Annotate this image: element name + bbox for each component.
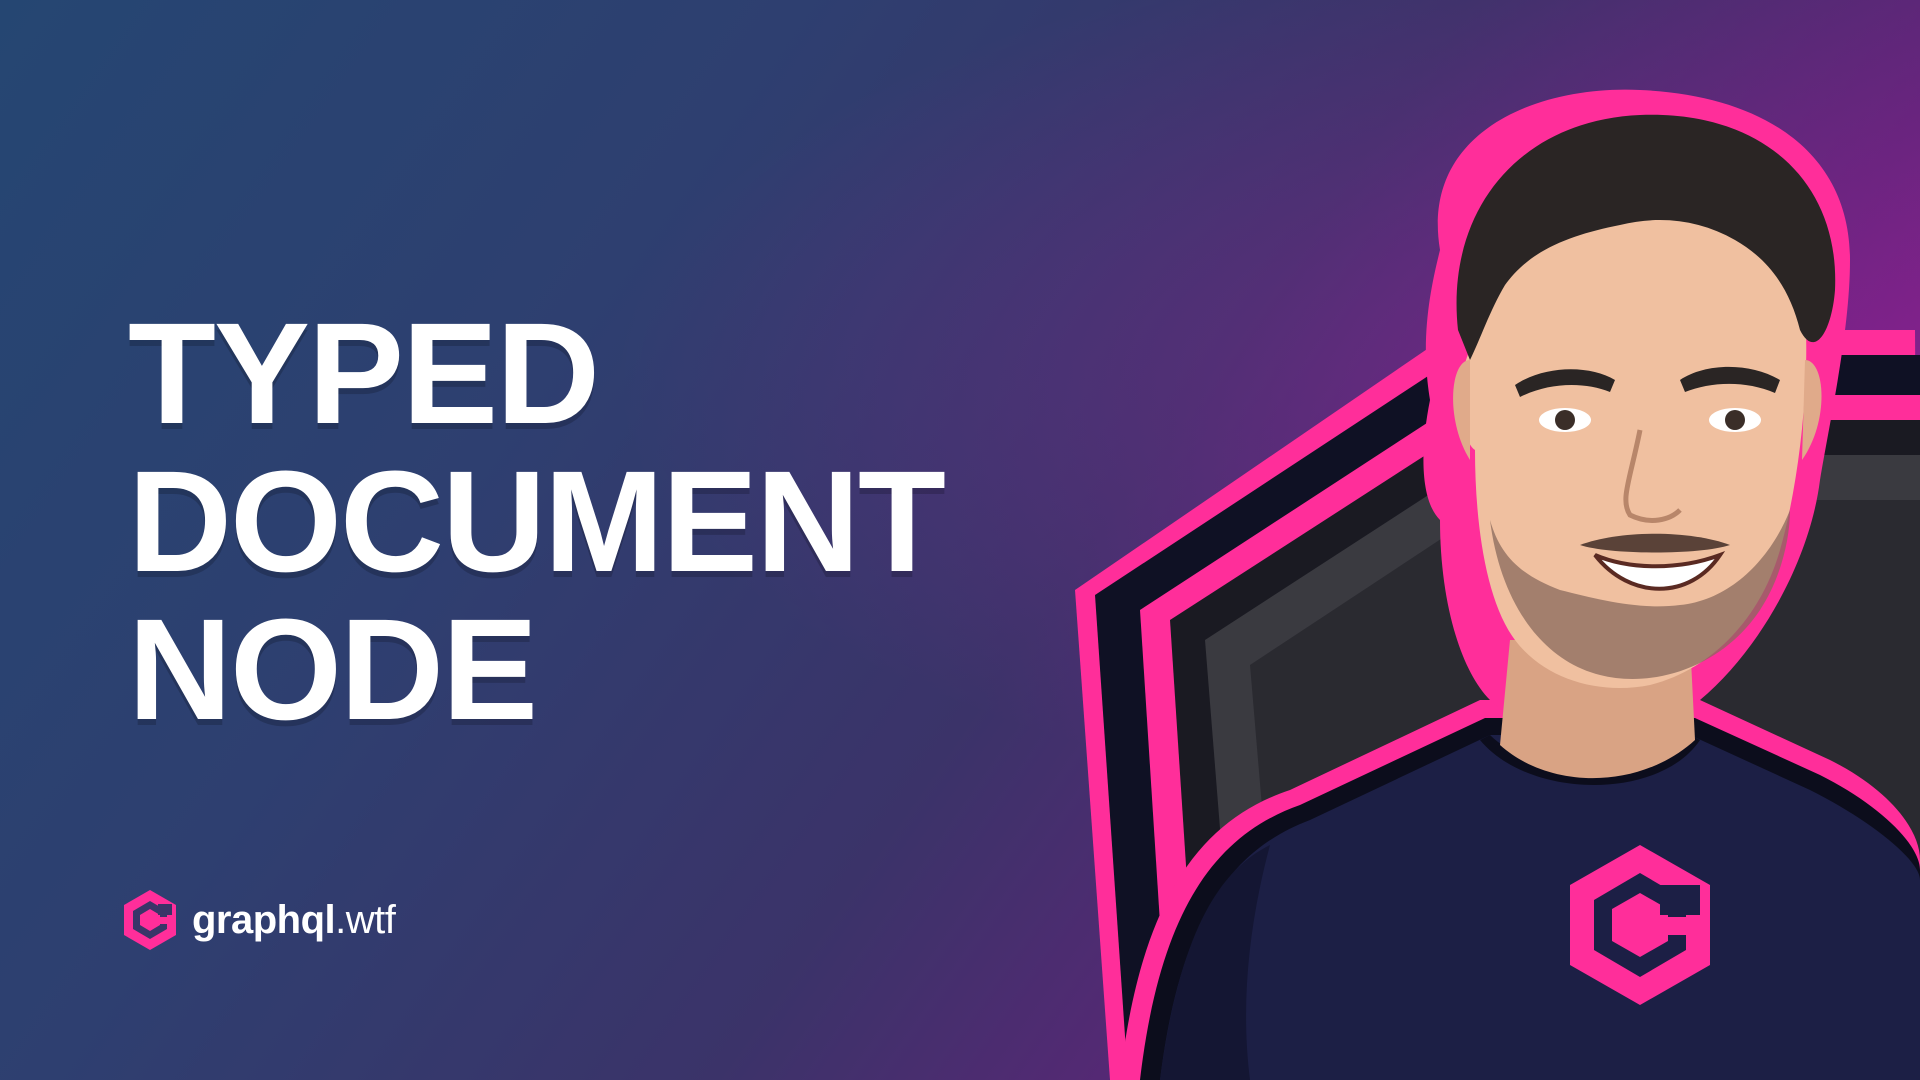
hexagon-g-logo-icon: [124, 890, 176, 950]
brand-name-light: .wtf: [335, 898, 396, 942]
brand-lockup: graphql.wtf: [122, 890, 396, 950]
title-line-2: DOCUMENT: [128, 441, 946, 602]
title-line-1: TYPED: [128, 293, 600, 454]
brand-name: graphql.wtf: [192, 898, 396, 942]
title-line-3: NODE: [128, 589, 538, 750]
page-title: TYPED DOCUMENT NODE: [128, 293, 946, 750]
brand-name-bold: graphql: [192, 898, 336, 942]
